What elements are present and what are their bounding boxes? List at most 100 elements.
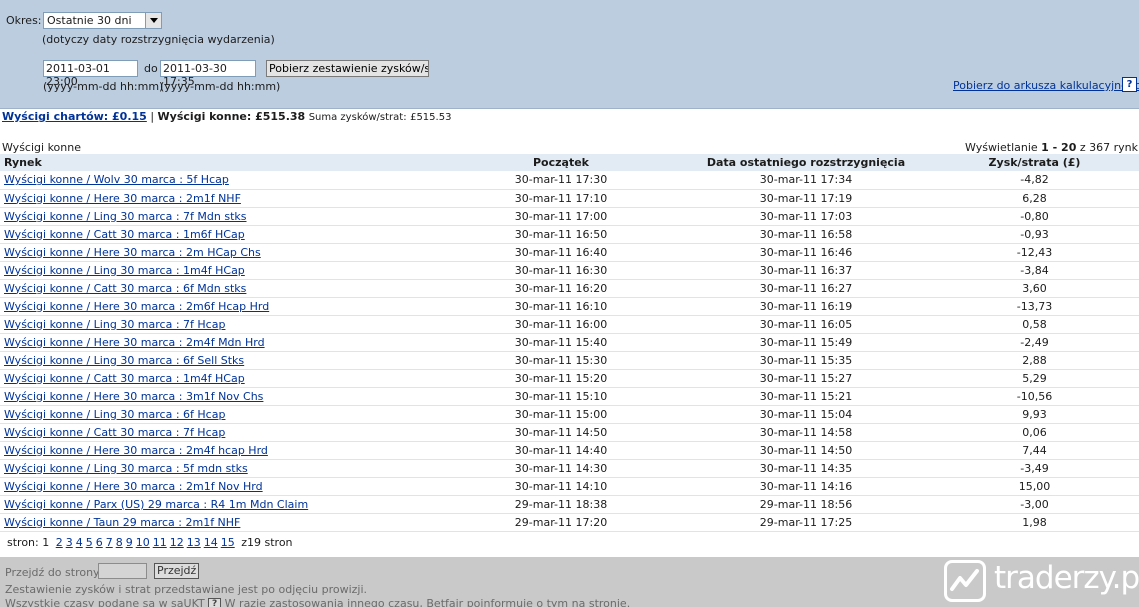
settled-time-cell: 30-mar-11 14:35 [682,459,930,478]
profit-loss-cell: 0,06 [930,423,1139,442]
pager-link[interactable]: 13 [187,536,201,549]
table-row: Wyścigi konne / Here 30 marca : 2m4f hca… [0,441,1139,460]
pager-link[interactable]: 3 [66,536,73,549]
date-to-hint: (yyyy-mm-dd hh:mm) [160,80,281,93]
get-report-button[interactable]: Pobierz zestawienie zysków/strat [266,60,429,77]
market-link[interactable]: Wyścigi konne / Here 30 marca : 3m1f Nov… [4,390,263,403]
start-time-cell: 30-mar-11 16:00 [440,315,682,334]
market-link[interactable]: Wyścigi konne / Catt 30 marca : 1m4f HCa… [4,372,245,385]
market-link-cell: Wyścigi konne / Here 30 marca : 2m4f Mdn… [0,333,440,352]
settled-time-cell: 30-mar-11 16:58 [682,225,930,244]
goto-button[interactable]: Przejdź [154,563,200,579]
horses-total: Wyścigi konne: £515.38 [157,110,306,123]
pager-link[interactable]: 5 [86,536,93,549]
market-link[interactable]: Wyścigi konne / Here 30 marca : 2m1f Nov… [4,480,263,493]
total-label: Suma zysków/strat: [308,112,407,123]
chevron-down-icon[interactable] [145,13,161,28]
settled-time-cell: 30-mar-11 17:34 [682,171,930,190]
market-link[interactable]: Wyścigi konne / Catt 30 marca : 1m6f HCa… [4,228,245,241]
display-suffix: z 367 rynk [1079,141,1138,154]
date-from-hint: (yyyy-mm-dd hh:mm) [43,80,164,93]
start-time-cell: 30-mar-11 14:10 [440,477,682,496]
profit-loss-cell: 15,00 [930,477,1139,496]
table-row: Wyścigi konne / Parx (US) 29 marca : R4 … [0,495,1139,514]
market-link[interactable]: Wyścigi konne / Wolv 30 marca : 5f Hcap [4,173,229,186]
help-icon[interactable]: ? [208,597,222,607]
pager-link[interactable]: 9 [126,536,133,549]
profit-loss-cell: 0,58 [930,315,1139,334]
table-row: Wyścigi konne / Catt 30 marca : 1m6f HCa… [0,225,1139,244]
market-link[interactable]: Wyścigi konne / Ling 30 marca : 7f Mdn s… [4,210,247,223]
charts-total-link[interactable]: Wyścigi chartów: £0.15 [2,110,147,123]
goto-page-input[interactable] [98,563,147,579]
markets-table: Rynek Początek Data ostatniego rozstrzyg… [0,154,1139,532]
table-row: Wyścigi konne / Here 30 marca : 3m1f Nov… [0,387,1139,406]
settled-time-cell: 30-mar-11 16:27 [682,279,930,298]
settled-time-cell: 29-mar-11 18:56 [682,495,930,514]
watermark-text: traderzy.pl [994,560,1139,596]
settled-time-cell: 30-mar-11 14:58 [682,423,930,442]
market-link[interactable]: Wyścigi konne / Ling 30 marca : 7f Hcap [4,318,225,331]
pager-link[interactable]: 7 [106,536,113,549]
market-link[interactable]: Wyścigi konne / Ling 30 marca : 6f Hcap [4,408,225,421]
market-link[interactable]: Wyścigi konne / Ling 30 marca : 1m4f HCa… [4,264,245,277]
profit-loss-cell: -12,43 [930,243,1139,262]
market-link-cell: Wyścigi konne / Here 30 marca : 2m1f Nov… [0,477,440,496]
display-prefix: Wyświetlanie [965,141,1038,154]
table-row: Wyścigi konne / Catt 30 marca : 6f Mdn s… [0,279,1139,298]
market-link-cell: Wyścigi konne / Ling 30 marca : 1m4f HCa… [0,261,440,280]
market-link[interactable]: Wyścigi konne / Catt 30 marca : 6f Mdn s… [4,282,246,295]
spreadsheet-link[interactable]: Pobierz do arkusza kalkulacyjnego [953,79,1139,92]
table-row: Wyścigi konne / Ling 30 marca : 6f Hcap 3… [0,405,1139,424]
date-to-input[interactable]: 2011-03-30 17:35 [160,60,256,88]
market-link-cell: Wyścigi konne / Ling 30 marca : 7f Mdn s… [0,207,440,226]
pager-label: stron: [7,536,39,549]
market-link[interactable]: Wyścigi konne / Here 30 marca : 2m6f Hca… [4,300,269,313]
help-icon[interactable]: ? [1122,77,1137,92]
pager-link[interactable]: 11 [153,536,167,549]
profit-loss-cell: 6,28 [930,189,1139,208]
market-link[interactable]: Wyścigi konne / Here 30 marca : 2m4f hca… [4,444,268,457]
pager-current: 1 [42,536,50,549]
pager-link[interactable]: 12 [170,536,184,549]
table-row: Wyścigi konne / Ling 30 marca : 7f Hcap 3… [0,315,1139,334]
market-link-cell: Wyścigi konne / Catt 30 marca : 1m4f HCa… [0,369,440,388]
market-link[interactable]: Wyścigi konne / Parx (US) 29 marca : R4 … [4,498,308,511]
commission-note: Zestawienie zysków i strat przedstawiane… [5,583,368,596]
pager-link[interactable]: 8 [116,536,123,549]
pager-link[interactable]: 2 [56,536,63,549]
market-link[interactable]: Wyścigi konne / Here 30 marca : 2m4f Mdn… [4,336,265,349]
table-row: Wyścigi konne / Ling 30 marca : 1m4f HCa… [0,261,1139,280]
pager-link[interactable]: 4 [76,536,83,549]
market-link[interactable]: Wyścigi konne / Catt 30 marca : 7f Hcap [4,426,225,439]
pager-link[interactable]: 14 [204,536,218,549]
header-profit-loss: Zysk/strata (£) [930,154,1139,171]
settled-time-cell: 30-mar-11 17:19 [682,189,930,208]
start-time-cell: 30-mar-11 16:10 [440,297,682,316]
period-select[interactable]: Ostatnie 30 dni [43,12,162,29]
settled-time-cell: 30-mar-11 15:35 [682,351,930,370]
pager-link[interactable]: 15 [221,536,235,549]
settled-time-cell: 30-mar-11 15:27 [682,369,930,388]
start-time-cell: 30-mar-11 16:20 [440,279,682,298]
market-link-cell: Wyścigi konne / Catt 30 marca : 6f Mdn s… [0,279,440,298]
market-link-cell: Wyścigi konne / Taun 29 marca : 2m1f NHF [0,513,440,532]
profit-loss-cell: -0,80 [930,207,1139,226]
table-row: Wyścigi konne / Taun 29 marca : 2m1f NHF… [0,513,1139,532]
summary-separator: | [150,110,155,123]
market-link[interactable]: Wyścigi konne / Here 30 marca : 2m HCap … [4,246,261,259]
market-link-cell: Wyścigi konne / Here 30 marca : 2m1f NHF [0,189,440,208]
period-note: (dotyczy daty rozstrzygnięcia wydarzenia… [42,33,275,46]
market-link[interactable]: Wyścigi konne / Here 30 marca : 2m1f NHF [4,192,241,205]
market-link[interactable]: Wyścigi konne / Ling 30 marca : 6f Sell … [4,354,244,367]
period-label: Okres: [6,14,42,27]
pager-link[interactable]: 10 [136,536,150,549]
table-row: Wyścigi konne / Catt 30 marca : 1m4f HCa… [0,369,1139,388]
times-note-suffix: W razie zastosowania innego czasu, Betfa… [224,597,631,607]
market-link-cell: Wyścigi konne / Ling 30 marca : 6f Sell … [0,351,440,370]
market-link[interactable]: Wyścigi konne / Ling 30 marca : 5f mdn s… [4,462,248,475]
date-from-input[interactable]: 2011-03-01 23:00 [43,60,138,88]
start-time-cell: 30-mar-11 17:10 [440,189,682,208]
pager-link[interactable]: 6 [96,536,103,549]
market-link[interactable]: Wyścigi konne / Taun 29 marca : 2m1f NHF [4,516,240,529]
